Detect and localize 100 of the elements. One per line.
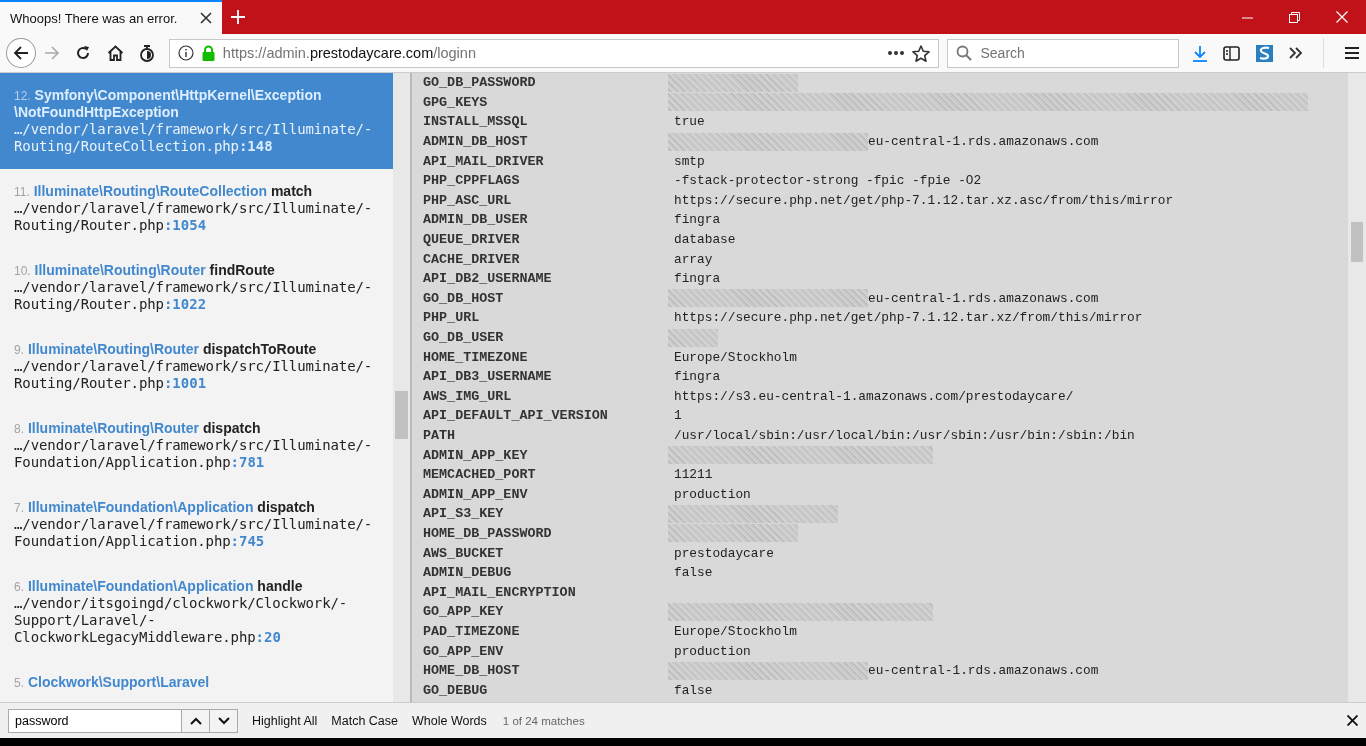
env-key: GO_DB_USER [423,330,674,345]
plus-icon[interactable] [230,9,246,25]
stack-frame[interactable]: 10. Illuminate\Routing\Router findRoute …/vendor/laravel/framework/src/Illuminate/- Routing/Router.php:1022 [0,248,393,327]
env-key: CACHE_DRIVER [423,251,674,267]
sidebar-icon[interactable] [1222,45,1240,61]
file-path: Routing/Router.php [14,375,164,391]
method-name: dispatch [202,420,261,436]
env-value: fingra [674,271,721,287]
previous-button[interactable] [181,709,209,732]
down-icon [217,716,230,725]
more-icon[interactable] [888,51,905,55]
frame-number: 12. [14,89,31,103]
class-name: Illuminate\Foundation\Application [27,578,254,594]
stack-frame[interactable]: 9. Illuminate\Routing\Router dispatchToRoute …/vendor/laravel/framework/src/Illuminate/- Routing/Router.php:1001 [0,327,393,406]
env-value: 11211 [674,467,713,483]
env-key: ADMIN_APP_ENV [423,486,674,502]
frame-number: 9. [14,343,24,357]
env-value: /usr/local/sbin:/usr/local/bin:/usr/sbin:/usr/bin:/sbin:/bin [674,428,1135,443]
line-number: :1054 [163,217,207,233]
search-field[interactable]: Search [947,38,1179,68]
env-key: QUEUE_DRIVER [423,232,674,248]
class-name: Illuminate\Routing\Router [34,262,206,278]
line-number: :20 [255,629,281,645]
frame-number: 7. [14,501,24,515]
env-key: PHP_CPPFLAGS [423,173,674,189]
chevrons-icon[interactable] [1288,47,1303,59]
star-icon[interactable] [912,44,931,62]
file-path: …/vendor/laravel/framework/src/Illuminate/- [14,437,373,453]
env-key: GO_APP_ENV [423,643,674,659]
method-name: findRoute [209,262,275,278]
env-key: ADMIN_APP_KEY [423,447,674,463]
env-key: GPG_KEYS [423,94,674,110]
class-name: Illuminate\Routing\RouteCollection [33,183,267,199]
scrollbar[interactable] [393,73,412,702]
download-icon[interactable] [1192,44,1207,62]
file-path: …/vendor/laravel/framework/src/Illuminate/- [14,279,373,295]
close-icon[interactable] [200,12,212,24]
file-path: …/vendor/itsgoingd/clockwork/Clockwork/- [14,595,348,611]
file-path: Routing/Router.php [14,296,164,312]
find-field[interactable]: password [8,708,238,733]
home-icon[interactable] [106,45,124,61]
address-bar[interactable]: https://admin.prestodaycare.com/loginn [168,38,940,68]
frame-number: 8. [14,422,24,436]
frame-number: 11. [14,185,30,199]
file-path: …/vendor/laravel/framework/src/Illuminate/- [14,200,373,216]
env-key: API_MAIL_ENCRYPTION [423,584,674,600]
reload-icon[interactable] [75,45,92,61]
frame-number: 10. [14,264,31,278]
method-name: dispatch [257,499,315,515]
env-key: INSTALL_MSSQL [423,114,674,130]
find-option[interactable]: Whole Words [412,713,487,728]
class-name: Symfony\Component\HttpKernel\Exception [34,87,322,103]
env-value: 1 [674,408,682,424]
stack-frame[interactable]: 7. Illuminate\Foundation\Application dispatch …/vendor/laravel/framework/src/Illuminate/- Foundation/Application.php:745 [0,485,393,564]
back-button[interactable] [6,38,36,68]
env-value: production [674,486,751,502]
find-option[interactable]: Highlight All [252,713,318,728]
find-option[interactable]: Match Case [331,713,399,728]
method-name: match [270,183,313,199]
env-value: eu-central-1.rds.amazonaws.com [868,290,1099,306]
env-key: ADMIN_DB_USER [423,212,674,228]
frame-number: 6. [14,580,24,594]
env-value: eu-central-1.rds.amazonaws.com [868,663,1099,679]
env-key: MEMCACHED_PORT [423,467,674,483]
env-key: GO_DB_PASSWORD [423,75,674,91]
env-value: production [674,643,751,659]
class-name: Illuminate\Foundation\Application [27,499,254,515]
stack-frame[interactable]: 6. Illuminate\Foundation\Application handle …/vendor/itsgoingd/clockwork/Clockwork/- Support/Laravel/- ClockworkLegacyMiddleware.php:20 [0,564,393,660]
method-name: dispatchToRoute [202,341,317,357]
next-button[interactable] [209,709,237,732]
env-key: API_DB2_USERNAME [423,271,674,287]
env-key: AWS_BUCKET [423,545,674,561]
restore-icon[interactable] [1289,11,1300,23]
env-key: API_DB3_USERNAME [423,369,674,385]
up-icon [189,716,202,725]
env-key: PHP_URL [423,310,674,326]
stack-frame[interactable]: 11. Illuminate\Routing\RouteCollection match …/vendor/laravel/framework/src/Illuminate/- Routing/Router.php:1054 [0,169,393,248]
file-path: …/vendor/laravel/framework/src/Illuminate/- [14,358,373,374]
scrollbar[interactable] [1348,73,1366,702]
env-value: eu-central-1.rds.amazonaws.com [868,134,1099,150]
stack-frame[interactable]: 8. Illuminate\Routing\Router dispatch …/vendor/laravel/framework/src/Illuminate/- Foundation/Application.php:781 [0,406,393,485]
env-value: fingra [674,212,721,228]
env-key: ADMIN_DEBUG [423,565,674,581]
browser-tab[interactable]: Whoops! There was an error. [0,0,222,34]
env-key: HOME_DB_PASSWORD [423,525,674,541]
menu-icon[interactable] [1343,46,1360,60]
file-path: Routing/RouteCollection.php [14,138,239,154]
class-name: Illuminate\Routing\Router [27,420,199,436]
extension-icon[interactable] [1255,44,1273,62]
file-path: Foundation/Application.php [14,454,231,470]
search-input[interactable]: Search [980,45,1161,61]
env-value: https://s3.eu-central-1.amazonaws.com/prestodaycare/ [674,388,1074,404]
line-number: :781 [230,454,265,470]
line-number: :148 [238,138,273,154]
close-icon[interactable] [1347,715,1358,726]
env-value: true [674,114,705,130]
info-icon [177,45,194,61]
env-value: Europe/Stockholm [674,623,797,639]
env-key: PATH [423,428,674,443]
env-value: prestodaycare [674,545,774,561]
